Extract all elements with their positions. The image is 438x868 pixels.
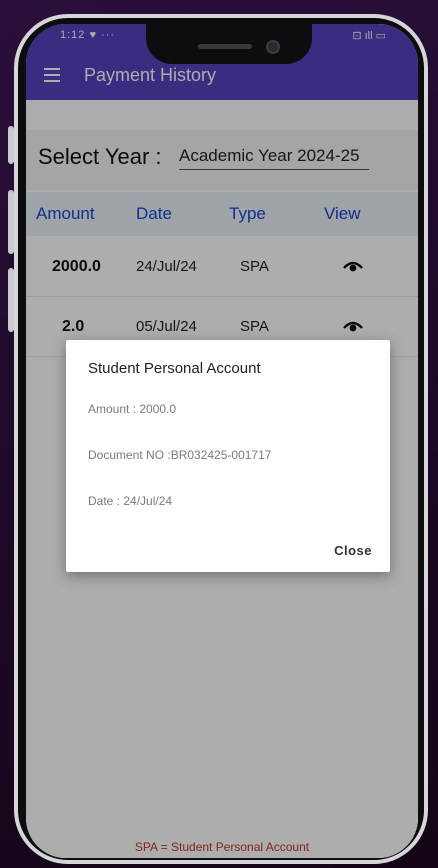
close-button[interactable]: Close xyxy=(334,543,372,558)
dialog-title: Student Personal Account xyxy=(88,360,261,377)
payment-detail-dialog: Student Personal Account Amount : 2000.0… xyxy=(66,340,390,572)
dialog-date: Date : 24/Jul/24 xyxy=(88,494,173,508)
phone-screen: 1:12 ♥ ··· ⊡ ıll ▭ Payment History Selec… xyxy=(26,24,418,858)
phone-notch xyxy=(146,24,312,64)
dialog-document-no: Document NO :BR032425-001717 xyxy=(88,448,272,462)
dialog-amount: Amount : 2000.0 xyxy=(88,402,177,416)
speaker-bar xyxy=(198,44,252,49)
camera-icon xyxy=(266,40,280,54)
